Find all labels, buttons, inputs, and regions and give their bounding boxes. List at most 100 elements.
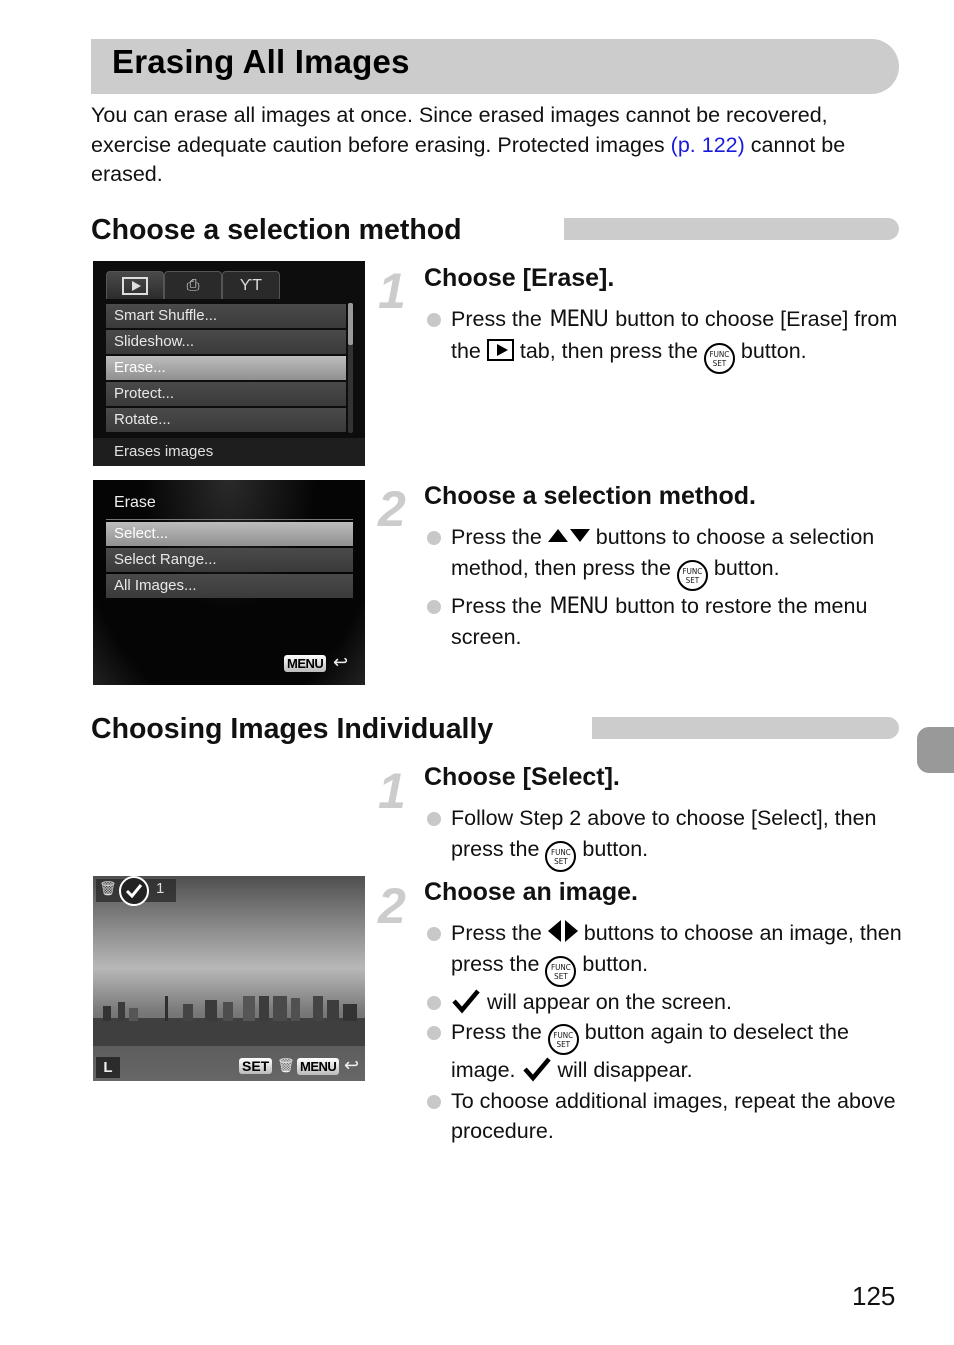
menu-item: Rotate... (106, 408, 346, 432)
section-divider-bar (592, 717, 899, 739)
intro-paragraph: You can erase all images at once. Since … (91, 101, 901, 190)
back-arrow-icon: ↩ (344, 1055, 360, 1075)
text: Press the (451, 307, 548, 331)
set-label: SET (556, 1040, 571, 1049)
step-number: 2 (378, 481, 406, 537)
menu-item: All Images... (106, 574, 353, 598)
set-label: SET (554, 856, 568, 866)
menu-scrollbar (348, 303, 353, 433)
menu-item: Smart Shuffle... (106, 304, 346, 328)
func-set-button-icon: FUNC SET (545, 840, 577, 872)
menu-item-selected: Erase... (106, 356, 346, 380)
text: button. (734, 338, 807, 363)
menu-button-icon: MENU (549, 307, 608, 332)
image-size-badge: L (96, 1057, 120, 1078)
instruction-item: Follow Step 2 above to choose [Select], … (424, 803, 904, 872)
play-icon (122, 276, 148, 295)
set-label: SET (712, 358, 727, 368)
selected-count: 1 (156, 880, 165, 897)
func-set-button-icon: FUNC SET (676, 559, 708, 591)
settings-tab: ƳT (222, 271, 280, 299)
menu-item-selected: Select... (106, 522, 353, 546)
page-title-bar: Erasing All Images (91, 39, 899, 94)
page-number: 125 (852, 1281, 896, 1311)
step-number: 2 (378, 878, 406, 934)
func-label: FUNC (682, 566, 703, 576)
menu-item: Protect... (106, 382, 346, 406)
scrollbar-thumb (348, 303, 353, 345)
page-reference-link[interactable]: (p. 122) (671, 133, 745, 157)
playback-menu-list: Smart Shuffle... Slideshow... Erase... P… (106, 304, 346, 432)
step-instructions: Press the buttons to choose a selection … (424, 522, 904, 653)
section-divider-bar (564, 218, 899, 240)
checkmark-icon (522, 1057, 551, 1082)
func-label: FUNC (551, 847, 571, 857)
print-icon: ⎙ (186, 276, 200, 294)
erase-menu-title: Erase (114, 494, 156, 511)
instruction-item: will appear on the screen. (424, 987, 904, 1018)
func-label: FUNC (551, 962, 571, 972)
menu-item: Select Range... (106, 548, 353, 572)
section-title: Choose a selection method (91, 214, 462, 246)
menu-item: Slideshow... (106, 330, 346, 354)
instruction-item: Press the FUNC SET button again to desele… (424, 1017, 904, 1086)
back-arrow-icon: ↩ (333, 652, 349, 672)
step-title: Choose [Select]. (424, 763, 620, 791)
text: Press the (451, 1020, 548, 1044)
city-skyline-photo (93, 996, 365, 1046)
print-tab: ⎙ (164, 271, 222, 299)
func-set-button-icon: FUNC SET (703, 342, 735, 374)
text: Follow Step 2 above to choose [Select], … (451, 806, 877, 861)
menu-button-icon: MENU (549, 593, 608, 619)
text: tab, then press the (513, 338, 704, 363)
instruction-item: Press the MENU button to restore the men… (424, 591, 904, 653)
instruction-item: Press the MENU button to choose [Erase] … (424, 304, 904, 374)
step-instructions: Follow Step 2 above to choose [Select], … (424, 803, 904, 872)
erase-options-list: Select... Select Range... All Images... (106, 522, 353, 598)
right-arrow-icon (564, 920, 578, 942)
camera-screen-erase-menu: Erase Select... Select Range... All Imag… (93, 480, 365, 685)
step-instructions: Press the MENU button to choose [Erase] … (424, 304, 904, 374)
step-title: Choose [Erase]. (424, 264, 615, 292)
menu-tabs: ⎙ ƳT (106, 271, 280, 299)
trash-icon: 🗑 (277, 1057, 295, 1073)
section-title: Choosing Images Individually (91, 713, 494, 745)
step-title: Choose an image. (424, 878, 638, 906)
func-label: FUNC (709, 349, 730, 359)
step-instructions: Press the buttons to choose an image, th… (424, 918, 904, 1147)
menu-button-icon: MENU (297, 1058, 340, 1075)
divider (106, 519, 353, 520)
text: will disappear. (551, 1058, 693, 1082)
page-title: Erasing All Images (112, 43, 410, 80)
set-button-icon: SET (239, 1058, 273, 1074)
left-arrow-icon (547, 920, 561, 942)
menu-hint: Erases images (93, 438, 365, 466)
text: To choose additional images, repeat the … (451, 1088, 896, 1144)
menu-button-icon: MENU (284, 655, 327, 672)
text: button. (707, 555, 780, 580)
text: button. (576, 836, 649, 861)
text: will appear on the screen. (481, 989, 732, 1014)
instruction-item: Press the buttons to choose a selection … (424, 522, 904, 591)
camera-screen-image-select: 🗑 1 L SET 🗑 MENU ↩ (93, 876, 365, 1081)
up-arrow-icon (547, 529, 568, 542)
instruction-item: To choose additional images, repeat the … (424, 1086, 904, 1147)
down-arrow-icon (569, 529, 590, 542)
step-title: Choose a selection method. (424, 482, 757, 510)
playback-tab-icon (486, 338, 514, 361)
step-number: 1 (378, 763, 406, 819)
text: Press the (451, 921, 548, 945)
step-number: 1 (378, 263, 406, 319)
text: Press the (451, 525, 548, 549)
text: button. (576, 951, 649, 976)
func-set-button-icon: FUNC SET (545, 955, 577, 987)
trash-icon: 🗑 (99, 880, 117, 896)
instruction-item: Press the buttons to choose an image, th… (424, 918, 904, 987)
text: Press the (451, 593, 548, 618)
set-label: SET (554, 971, 568, 981)
set-label: SET (685, 575, 700, 585)
play-tab (106, 271, 164, 299)
settings-icon: ƳT (239, 276, 263, 294)
camera-screen-playback-menu: ⎙ ƳT Smart Shuffle... Slideshow... Erase… (93, 261, 365, 466)
selected-check-icon (119, 876, 149, 906)
